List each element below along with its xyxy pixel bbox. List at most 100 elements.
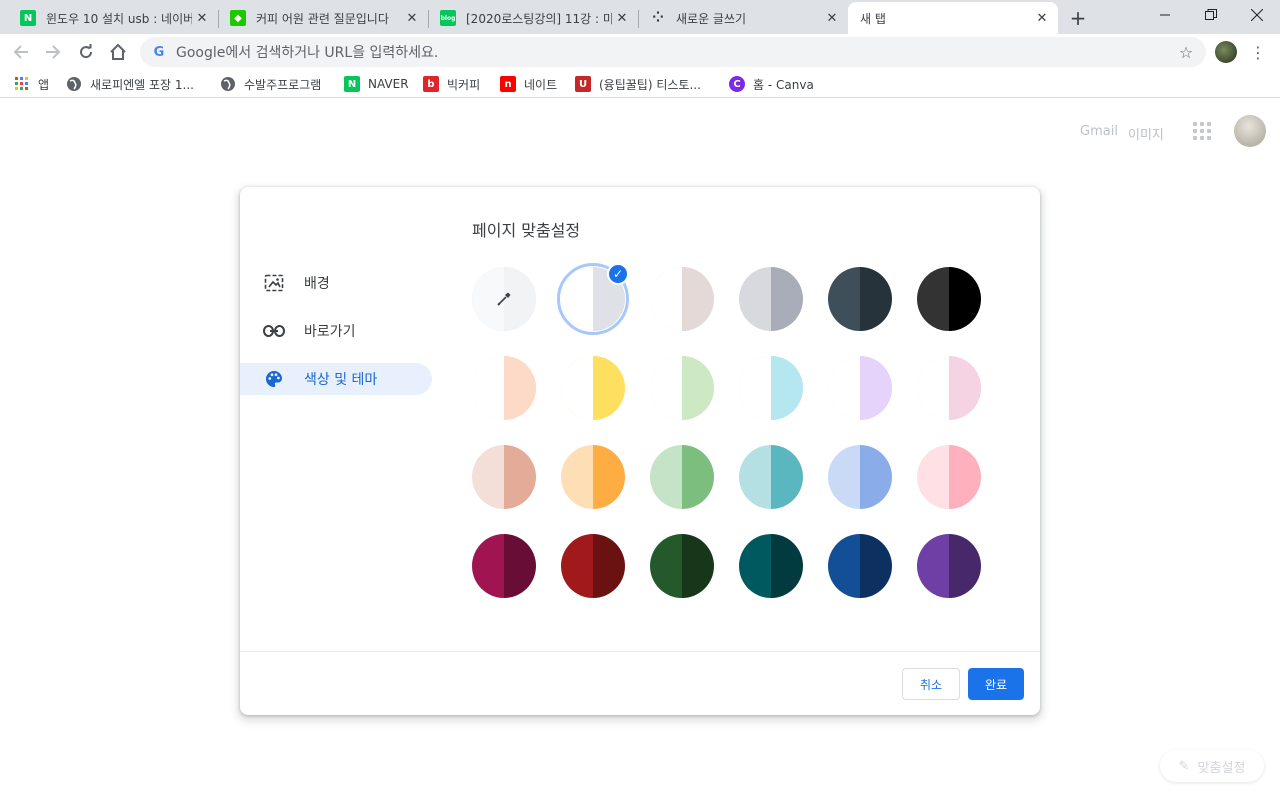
bookmark-naver[interactable]: N NAVER [344,74,409,94]
menu-item-background[interactable]: 배경 [240,267,432,299]
forward-arrow-icon [46,45,61,59]
bookmark-canva[interactable]: C 홈 - Canva [729,74,814,94]
restore-button[interactable] [1188,0,1234,30]
color-swatch[interactable] [472,534,536,598]
color-swatch[interactable] [650,445,714,509]
color-swatch[interactable] [828,356,892,420]
swatch-left-half [650,267,682,331]
swatch-left-half [561,267,593,331]
bookmark-bigcoffee[interactable]: b 빅커피 [423,74,480,94]
color-swatch[interactable] [828,534,892,598]
color-swatch[interactable] [917,445,981,509]
reload-button[interactable] [72,38,100,66]
swatch-right-half [949,267,981,331]
swatch-left-half [739,356,771,420]
account-avatar[interactable] [1234,115,1266,147]
tab-windows-usb[interactable]: N 윈도우 10 설치 usb : 네이버 ✕ [8,2,218,34]
swatch-circle [828,445,892,509]
swatch-right-half [949,534,981,598]
window-close-button[interactable] [1234,0,1280,30]
bookmark-tistory-tips[interactable]: U (융팁꿀팁) 티스토... [575,74,701,94]
color-swatch[interactable] [739,356,803,420]
tab-title: 새로운 글쓰기 [676,11,747,26]
color-swatch[interactable] [739,534,803,598]
bookmark-order-program[interactable]: 수발주프로그램 [220,74,321,94]
custom-color-picker[interactable] [472,267,536,331]
swatch-right-half [771,356,803,420]
color-swatch[interactable] [917,534,981,598]
color-swatch[interactable] [650,534,714,598]
bookmarks-bar: 앱 새로피엔엘 포장 1... 수발주프로그램 N NAVER b 빅커피 n … [0,70,1280,98]
images-link[interactable]: 이미지 [1128,124,1164,143]
color-swatch[interactable] [917,356,981,420]
tistory-icon: ⁘ [652,10,664,26]
color-swatch[interactable] [561,534,625,598]
swatch-right-half [860,445,892,509]
tab-roasting-lecture[interactable]: blog [2020로스팅강의] 11강 : 미 ✕ [428,2,638,34]
swatch-right-half [682,267,714,331]
customize-dialog: 페이지 맞춤설정 배경 바로가기 색상 및 테마 ✓ 취소 완료 [240,187,1040,715]
bookmark-apps[interactable]: 앱 [14,74,49,94]
tab-coffee-question[interactable]: ◆ 커피 어원 관련 질문입니다 ✕ [218,2,428,34]
close-icon[interactable]: ✕ [612,8,632,28]
close-icon[interactable]: ✕ [822,8,842,28]
swatch-circle [472,534,536,598]
tab-new-post[interactable]: ⁘ 새로운 글쓰기 ✕ [638,2,848,34]
gmail-link[interactable]: Gmail [1080,124,1118,139]
swatch-circle [561,356,625,420]
color-swatch[interactable] [828,445,892,509]
cancel-button[interactable]: 취소 [902,668,960,700]
swatch-right-half [593,445,625,509]
dialog-divider [240,651,1040,652]
profile-avatar[interactable] [1215,41,1237,63]
color-swatch[interactable] [472,356,536,420]
swatch-circle [650,534,714,598]
swatch-left-half [472,445,504,509]
menu-item-shortcuts[interactable]: 바로가기 [240,315,432,347]
color-swatch[interactable] [650,267,714,331]
bookmark-nate[interactable]: n 네이트 [500,74,557,94]
color-swatch[interactable] [650,356,714,420]
bookmark-star-icon[interactable]: ☆ [1172,38,1200,66]
swatch-circle [739,356,803,420]
omnibox[interactable]: G Google에서 검색하거나 URL을 입력하세요. ☆ [140,37,1206,67]
kin-icon: ◆ [230,10,246,26]
back-button[interactable] [7,38,35,66]
palette-icon [263,368,285,390]
swatch-right-half [949,445,981,509]
close-icon[interactable]: ✕ [402,8,422,28]
menu-item-label: 바로가기 [304,324,356,340]
swatch-right-half [504,356,536,420]
swatch-circle [828,534,892,598]
google-apps-icon[interactable] [1193,122,1211,140]
swatch-left-half [917,356,949,420]
close-icon[interactable]: ✕ [192,8,212,28]
menu-item-label: 배경 [304,276,330,292]
color-swatch[interactable] [828,267,892,331]
minimize-button[interactable] [1142,0,1188,30]
color-swatch[interactable] [739,267,803,331]
naver-icon: N [20,10,36,26]
swatch-circle [828,356,892,420]
chrome-menu-icon[interactable]: ⋮ [1248,38,1268,66]
color-swatch[interactable] [739,445,803,509]
color-swatch[interactable] [472,445,536,509]
swatch-circle [472,445,536,509]
color-swatch[interactable] [561,356,625,420]
home-button[interactable] [104,38,132,66]
tab-new-tab[interactable]: 새 탭 ✕ [848,2,1058,34]
customize-button[interactable]: ✎ 맞춤설정 [1160,750,1264,782]
selected-check-icon: ✓ [607,263,629,285]
color-swatch[interactable]: ✓ [557,263,629,335]
swatch-left-half [828,267,860,331]
close-icon [1251,9,1263,21]
done-button[interactable]: 완료 [968,668,1024,700]
forward-button[interactable] [39,38,67,66]
new-tab-button[interactable]: + [1066,6,1090,30]
color-swatch[interactable] [917,267,981,331]
close-icon[interactable]: ✕ [1032,8,1052,28]
swatch-right-half [504,534,536,598]
bookmark-saeropienel[interactable]: 새로피엔엘 포장 1... [66,74,194,94]
menu-item-colors-themes[interactable]: 색상 및 테마 [240,363,432,395]
color-swatch[interactable] [561,445,625,509]
